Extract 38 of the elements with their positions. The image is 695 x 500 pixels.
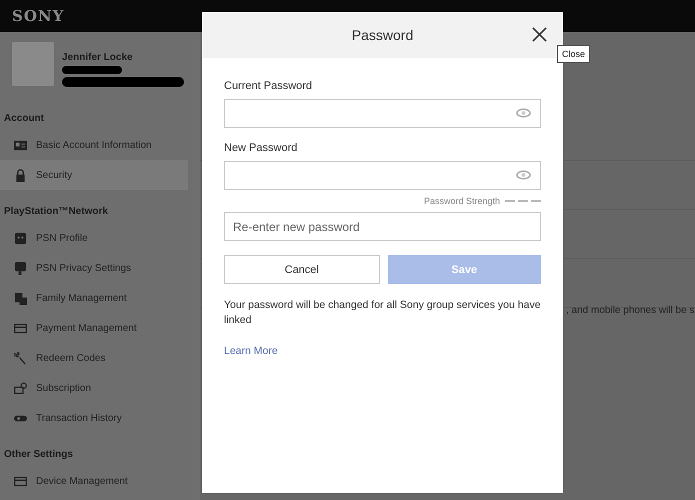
field-label: New Password	[224, 142, 298, 154]
cancel-button[interactable]: Cancel	[224, 255, 380, 284]
section-heading: PlayStation™Network	[3, 205, 109, 219]
section-heading: Other Settings	[3, 448, 74, 462]
payment-icon	[14, 322, 27, 334]
sidebar-item[interactable]: Device Management	[0, 466, 188, 496]
input-field[interactable]	[224, 161, 541, 190]
sidebar-item[interactable]: PSN Privacy Settings	[0, 253, 188, 283]
close-tooltip: Close	[557, 45, 590, 63]
input-field[interactable]	[224, 99, 541, 128]
background-text: , and mobile phones will be s	[566, 305, 694, 316]
sidebar-item[interactable]: Payment Management	[0, 313, 188, 343]
photo-placeholder	[12, 42, 54, 86]
close-icon[interactable]	[532, 27, 547, 42]
logo[interactable]: SONY	[12, 7, 64, 25]
sidebar-item[interactable]: Subscription	[0, 373, 188, 403]
dialog-title: Password	[352, 27, 414, 43]
sidebar-item[interactable]: Family Management	[0, 283, 188, 313]
section-heading: Account	[3, 112, 45, 126]
payment-icon	[14, 474, 27, 488]
lock-icon	[14, 168, 27, 182]
profile-name: Jennifer Locke	[62, 52, 134, 63]
strength-meter-icon	[505, 200, 541, 202]
face-icon	[14, 232, 27, 244]
eye-icon[interactable]	[516, 108, 531, 118]
card-icon	[14, 138, 27, 152]
input-field[interactable]: Re-enter new password	[224, 212, 541, 241]
eye-icon[interactable]	[516, 170, 531, 180]
sidebar-item[interactable]: Redeem Codes	[0, 343, 188, 373]
learn-more-link[interactable]: Learn More	[224, 345, 278, 357]
sidebar-item[interactable]: Basic Account Information	[0, 130, 188, 160]
sidebar-item[interactable]: Security	[0, 160, 188, 190]
redaction-mark	[62, 66, 122, 74]
field-label: Current Password	[224, 80, 314, 92]
info-text: Your password will be changed for all Sony group services you have linked	[224, 298, 541, 328]
sidebar-item[interactable]: Transaction History	[0, 403, 188, 433]
strength-label: Password Strength	[424, 196, 500, 206]
sidebar-item[interactable]: PSN Profile	[0, 223, 188, 253]
